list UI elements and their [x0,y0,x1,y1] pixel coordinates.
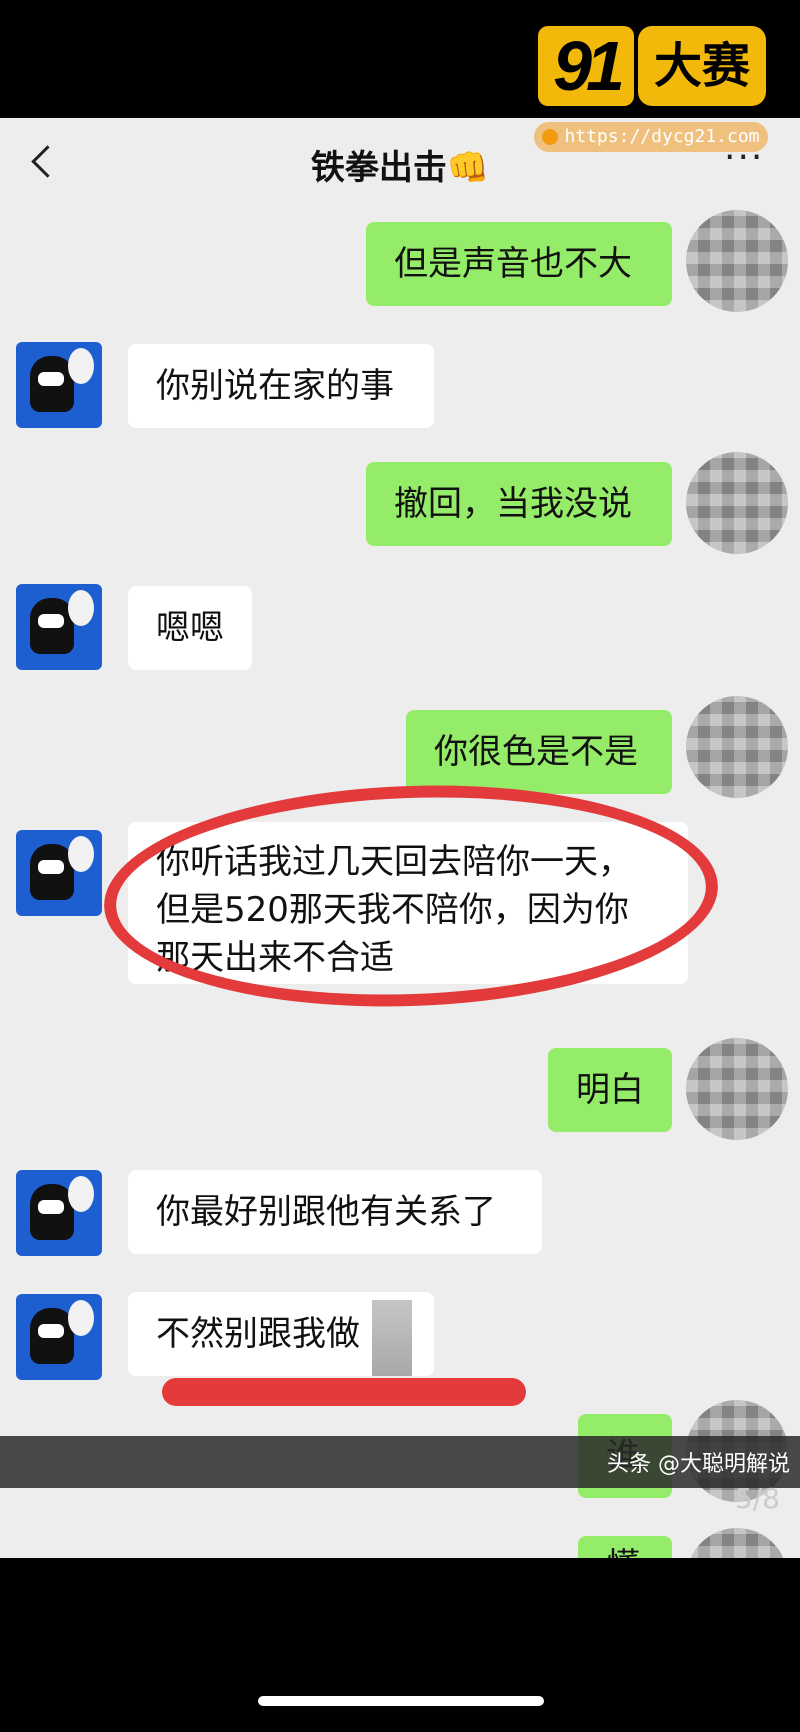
message-bubble-them[interactable]: 你别说在家的事 [128,344,434,428]
avatar-cat-hand [68,348,94,384]
message-bubble-them[interactable]: 嗯嗯 [128,586,252,670]
avatar-them[interactable] [16,584,102,670]
avatar-cat-hand [68,1176,94,1212]
chevron-left-icon[interactable] [26,142,66,182]
top-black-bar: 91 大赛 [0,0,800,118]
message-bubble-me[interactable]: 你很色是不是 [406,710,672,794]
message-bubble-me[interactable]: 但是声音也不大 [366,222,672,306]
watermark-url-text: https://dycg21.com [564,126,760,147]
avatar-cat-hand [68,836,94,872]
site-logo: 91 大赛 [538,22,766,110]
avatar-cat-face [38,1200,64,1214]
avatar-them[interactable] [16,1294,102,1380]
avatar-cat-hand [68,590,94,626]
avatar-cat-face [38,1324,64,1338]
chat-title: 铁拳出击👊 [310,148,490,188]
watermark-text: 头条 @大聪明解说 [607,1452,790,1477]
chat-navbar: 铁拳出击👊 ··· https://dycg21.com [0,118,800,208]
watermark-url: https://dycg21.com [534,122,768,152]
avatar-me[interactable] [686,696,788,798]
avatar-cat-face [38,614,64,628]
avatar-me[interactable] [686,1038,788,1140]
page-indicator: 5/8 [734,1482,780,1515]
message-bubble-me[interactable]: 撤回，当我没说 [366,462,672,546]
logo-text: 大赛 [638,26,766,106]
avatar-them[interactable] [16,342,102,428]
avatar-me[interactable] [686,452,788,554]
message-bubble-me[interactable]: 明白 [548,1048,672,1132]
logo-number: 91 [538,26,634,106]
globe-icon [542,129,559,145]
avatar-cat-face [38,372,64,386]
blurred-text-patch [372,1300,412,1376]
red-underline-annotation [162,1378,526,1406]
avatar-me[interactable] [686,1528,788,1558]
avatar-cat-hand [68,1300,94,1336]
avatar-them[interactable] [16,830,102,916]
chat-screen: 铁拳出击👊 ··· https://dycg21.com 但是声音也不大 你别说… [0,118,800,1558]
message-bubble-them[interactable]: 你最好别跟他有关系了 [128,1170,542,1254]
avatar-them[interactable] [16,1170,102,1256]
message-bubble-me[interactable]: 懂 [578,1536,672,1558]
avatar-cat-face [38,860,64,874]
avatar-me[interactable] [686,210,788,312]
home-indicator[interactable] [258,1696,544,1706]
